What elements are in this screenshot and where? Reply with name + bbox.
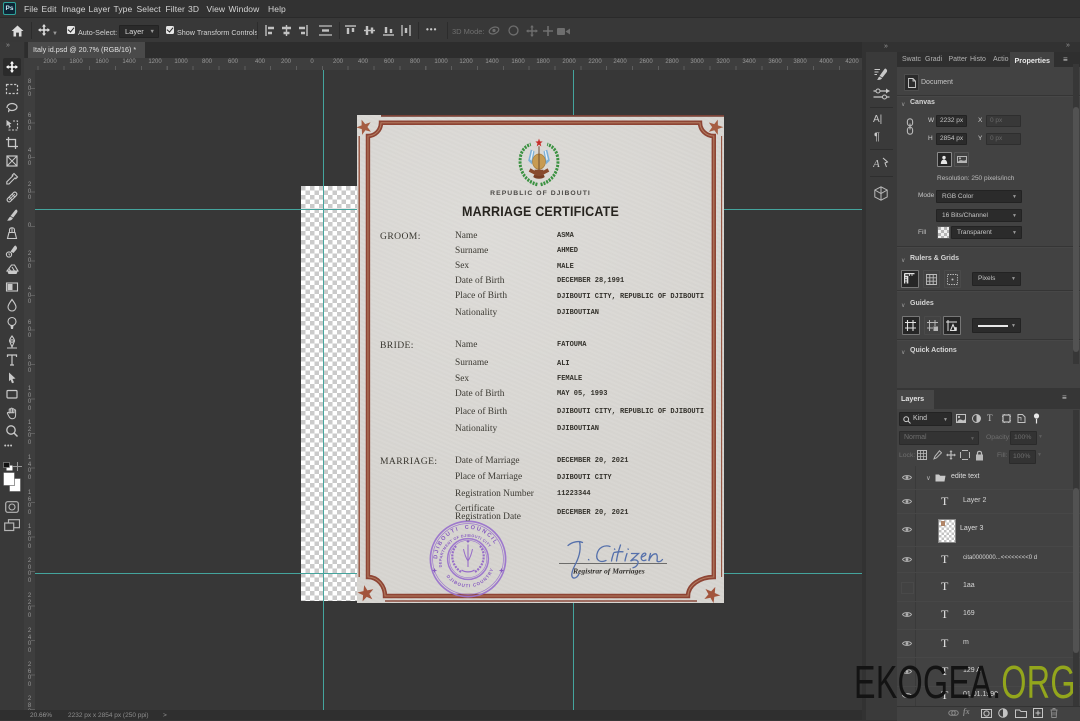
svg-text:A: A	[873, 158, 880, 170]
svg-text:Registrar of Marriages: Registrar of Marriages	[572, 567, 645, 576]
